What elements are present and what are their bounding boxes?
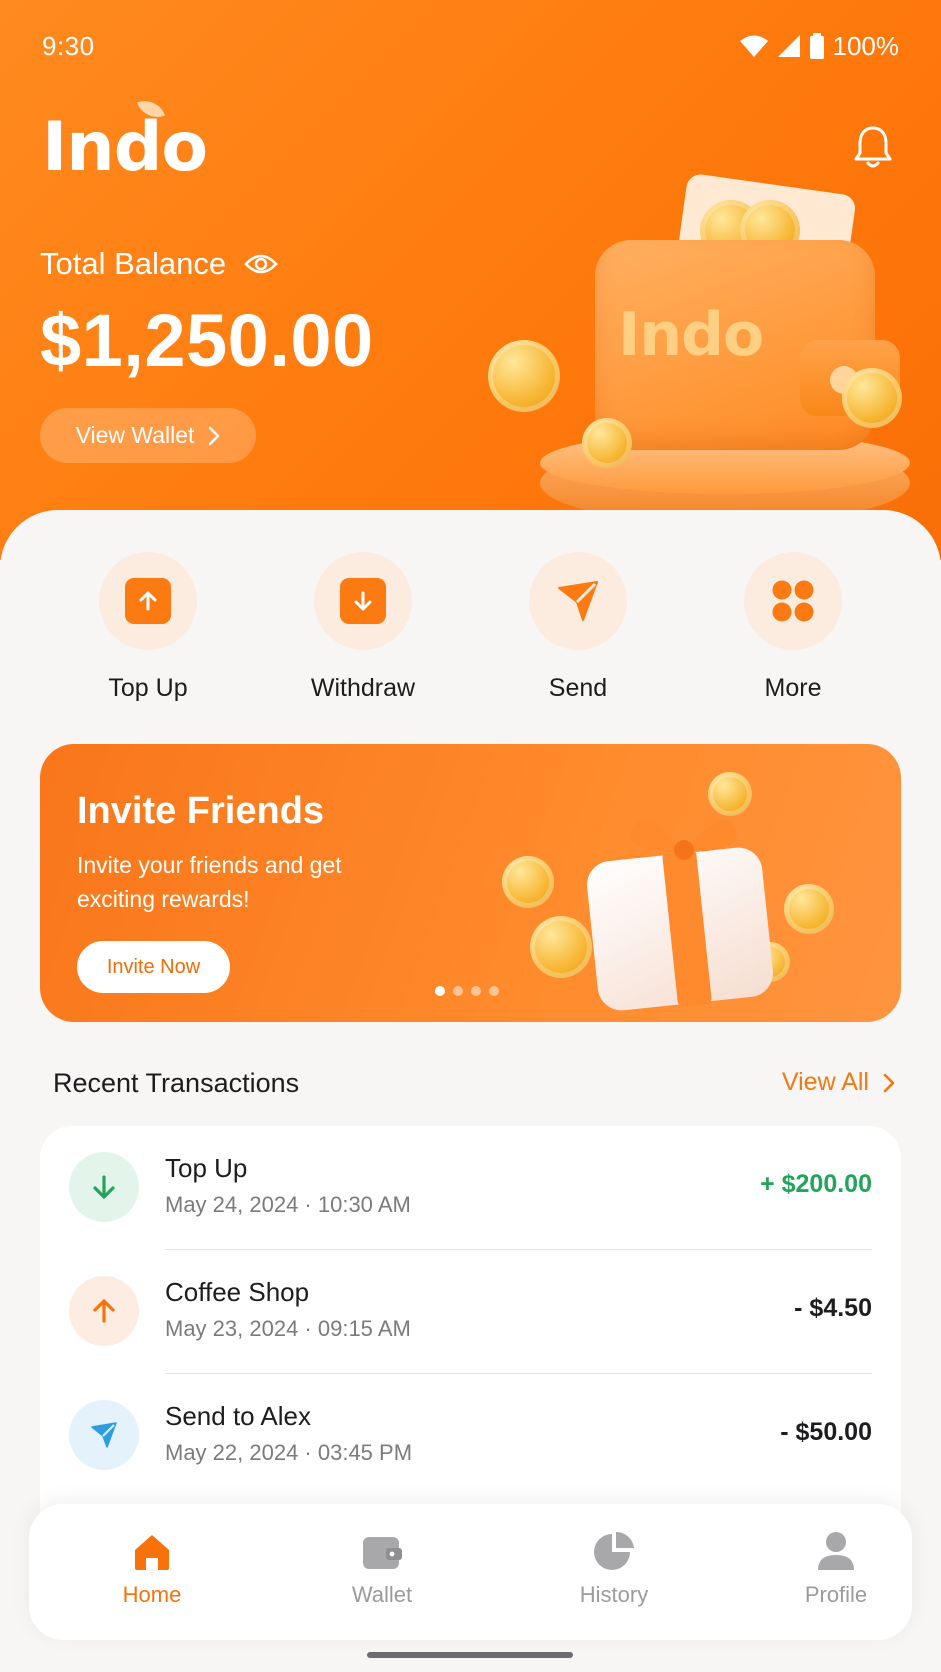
user-icon (818, 1532, 854, 1570)
view-wallet-button[interactable]: View Wallet (40, 408, 256, 463)
coin-icon (842, 368, 902, 428)
transaction-name: Send to Alex (165, 1401, 311, 1431)
invite-now-button[interactable]: Invite Now (77, 941, 230, 993)
grid-icon (772, 580, 814, 622)
chevron-right-icon (209, 426, 220, 445)
top-up-label: Top Up (108, 674, 188, 702)
send-button[interactable]: Send (503, 552, 653, 703)
send-icon (91, 1422, 117, 1448)
transaction-date: May 22, 2024 · 03:45 PM (165, 1440, 413, 1465)
more-button[interactable]: More (718, 552, 868, 703)
more-circle (744, 552, 842, 650)
transaction-row[interactable]: Coffee Shop May 23, 2024 · 09:15 AM - $4… (40, 1250, 901, 1374)
send-label: Send (548, 674, 608, 702)
arrow-up-icon (125, 578, 171, 624)
transaction-amount: + $200.00 (760, 1170, 872, 1198)
status-time: 9:30 (42, 30, 95, 61)
carousel-dot[interactable] (453, 986, 463, 996)
signal-icon (777, 35, 800, 57)
send-circle (529, 552, 627, 650)
carousel-dot[interactable] (471, 986, 481, 996)
coin-icon (530, 916, 592, 978)
view-all-link[interactable]: View All (782, 1068, 895, 1097)
transaction-name: Top Up (165, 1153, 248, 1183)
invite-friends-banner[interactable]: Invite Friends Invite your friends and g… (40, 744, 901, 1022)
recent-transactions-title: Recent Transactions (53, 1068, 300, 1098)
debit-badge (69, 1276, 139, 1346)
withdraw-circle (314, 552, 412, 650)
home-icon (135, 1535, 169, 1570)
transaction-name: Coffee Shop (165, 1277, 310, 1307)
carousel-dots (435, 986, 499, 996)
view-wallet-label: View Wallet (75, 422, 195, 448)
quick-actions: Top Up Withdraw Send More (0, 552, 941, 712)
bell-icon[interactable] (852, 124, 894, 170)
wallet-logo: Indo (618, 300, 764, 370)
coin-icon (502, 856, 554, 908)
carousel-dot[interactable] (489, 986, 499, 996)
withdraw-button[interactable]: Withdraw (288, 552, 438, 703)
eye-icon[interactable] (244, 252, 278, 276)
credit-badge (69, 1152, 139, 1222)
arrow-down-icon (93, 1175, 115, 1199)
coin-icon (784, 884, 834, 934)
status-indicators: 100% (739, 30, 900, 62)
app-logo: Indo (42, 108, 208, 187)
battery-icon (809, 33, 824, 59)
nav-profile-label: Profile (804, 1582, 868, 1607)
bottom-nav: Home Wallet History Profile (29, 1504, 912, 1640)
gift-illustration (570, 794, 790, 1013)
promo-title: Invite Friends (77, 790, 325, 832)
battery-percent: 100% (832, 30, 900, 61)
arrow-down-icon (340, 578, 386, 624)
nav-history-label: History (579, 1582, 649, 1607)
wifi-icon (739, 35, 768, 57)
gift-bow-icon (631, 819, 737, 860)
transaction-row[interactable]: Top Up May 24, 2024 · 10:30 AM + $200.00 (40, 1126, 901, 1250)
transaction-date: May 23, 2024 · 09:15 AM (165, 1316, 411, 1341)
transaction-amount: - $50.00 (780, 1418, 872, 1446)
coin-icon (582, 418, 632, 468)
transaction-row[interactable]: Send to Alex May 22, 2024 · 03:45 PM - $… (40, 1374, 901, 1498)
wallet-icon (363, 1537, 402, 1569)
status-bar: 9:30 100% (42, 28, 899, 64)
promo-text: Invite your friends and get exciting rew… (77, 852, 342, 912)
coin-icon (488, 340, 560, 412)
arrow-up-icon (93, 1299, 115, 1323)
send-badge (69, 1400, 139, 1470)
nav-home[interactable]: Home (82, 1530, 222, 1608)
pie-chart-icon (594, 1531, 634, 1570)
transactions-list: Top Up May 24, 2024 · 10:30 AM + $200.00… (40, 1126, 901, 1546)
nav-profile[interactable]: Profile (766, 1530, 906, 1608)
balance-value: $1,250.00 (40, 299, 374, 382)
header-banner: 9:30 100% Indo Total Balance $1,250.00 V… (0, 0, 941, 560)
home-indicator[interactable] (367, 1652, 573, 1658)
balance-label: Total Balance (40, 246, 278, 282)
nav-wallet-label: Wallet (351, 1582, 413, 1607)
balance-label-text: Total Balance (40, 246, 227, 281)
top-up-button[interactable]: Top Up (73, 552, 223, 703)
nav-history[interactable]: History (544, 1530, 684, 1608)
more-label: More (764, 674, 822, 702)
view-all-label: View All (781, 1068, 869, 1096)
nav-wallet[interactable]: Wallet (312, 1530, 452, 1608)
nav-home-label: Home (122, 1582, 182, 1607)
send-icon (558, 581, 598, 621)
transaction-date: May 24, 2024 · 10:30 AM (165, 1192, 411, 1217)
withdraw-label: Withdraw (310, 674, 416, 702)
carousel-dot[interactable] (435, 986, 445, 996)
transaction-amount: - $4.50 (794, 1294, 872, 1322)
screen: 9:30 100% Indo Total Balance $1,250.00 V… (0, 0, 941, 1672)
top-up-circle (99, 552, 197, 650)
wallet-illustration: Indo (488, 170, 920, 550)
chevron-right-icon (883, 1073, 895, 1092)
